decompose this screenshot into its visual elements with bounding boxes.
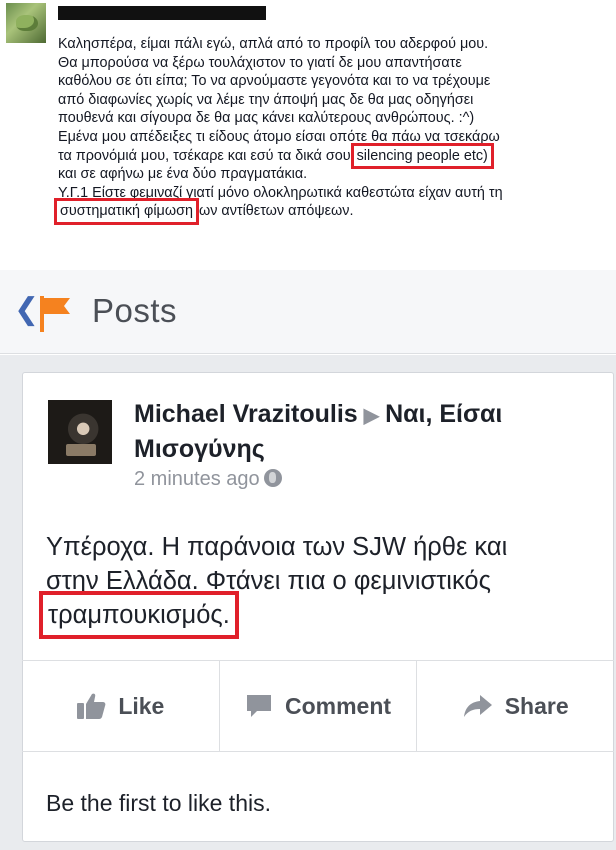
commenter-avatar[interactable]	[6, 3, 46, 43]
orange-flag-icon	[40, 296, 70, 332]
post-actions: Like Comment Share	[22, 660, 614, 752]
share-arrow-icon	[463, 695, 492, 717]
globe-icon	[263, 469, 282, 487]
comment-line: συστηματική φίμωση ων αντίθετων απόψεων.	[54, 198, 608, 225]
highlight-box-silencing: silencing people etc)	[350, 142, 494, 170]
comment-line: από διαφωνίες χωρίς να λέμε την άποψή μα…	[58, 91, 474, 108]
comment-bubble-icon	[246, 695, 271, 717]
comment-section: Καλησπέρα, είμαι πάλι εγώ, απλά από το π…	[0, 0, 616, 268]
comment-body: Καλησπέρα, είμαι πάλι εγώ, απλά από το π…	[54, 35, 608, 225]
comment-label: Comment	[284, 692, 392, 719]
post-author-line: Michael Vrazitoulis ▶ Ναι, Είσαι Μισογύνης	[134, 398, 604, 466]
share-button[interactable]: Share	[417, 661, 614, 751]
thumbs-up-icon	[77, 693, 106, 719]
author-avatar[interactable]	[48, 400, 112, 464]
post-line: στην Ελλάδα. Φτάνει πια ο φεμινιστικός	[46, 567, 491, 595]
share-label: Share	[504, 692, 569, 719]
comment-line: Καλησπέρα, είμαι πάλι εγώ, απλά από το π…	[58, 36, 489, 52]
highlight-box-post: τραμπουκισμός.	[39, 591, 239, 639]
comment-button[interactable]: Comment	[220, 661, 418, 751]
redacted-commenter-name	[58, 6, 266, 20]
like-label: Like	[118, 692, 165, 719]
post-line: τραμπουκισμός.	[39, 591, 596, 639]
timestamp-text[interactable]: 2 minutes ago	[134, 468, 260, 490]
highlight-box-silencing-greek: συστηματική φίμωση	[54, 198, 199, 225]
comment-line-text: ων αντίθετων απόψεων.	[198, 203, 354, 220]
comment-line: καθόλου σε ότι είπα; Το να αρνούμαστε γε…	[58, 73, 491, 90]
comment-line: Υ.Γ.1 Είστε φεμιναζί γιατί μόνο ολοκληρω…	[58, 184, 503, 201]
arrow-right-icon: ▶	[363, 405, 380, 427]
comment-line: τα προνόμιά μου, τσέκαρε και εσύ τα δικά…	[58, 142, 608, 170]
comment-line-text: τα προνόμιά μου, τσέκαρε και εσύ τα δικά…	[58, 147, 351, 164]
comment-line: και σε αφήνω με ένα δύο πραγματάκια.	[58, 166, 308, 183]
comment-line: Εμένα μου απέδειξες τι είδους άτομο είσα…	[58, 128, 500, 145]
post-body: Υπέροχα. Η παράνοια των SJW ήρθε και στη…	[39, 530, 596, 639]
page-title: Posts	[92, 292, 178, 329]
comment-line: πουθενά και σίγουρα δε θα μας κάνει καλύ…	[58, 110, 475, 127]
post-timestamp: 2 minutes ago	[134, 468, 282, 491]
likes-summary: Be the first to like this.	[46, 790, 271, 816]
comment-line: Θα μπορούσα να ξέρω τουλάχιστον το γιατί…	[58, 54, 462, 71]
post-line: Υπέροχα. Η παράνοια των SJW ήρθε και	[46, 533, 508, 561]
like-button[interactable]: Like	[22, 661, 220, 751]
author-name-link[interactable]: Michael Vrazitoulis	[134, 400, 358, 428]
